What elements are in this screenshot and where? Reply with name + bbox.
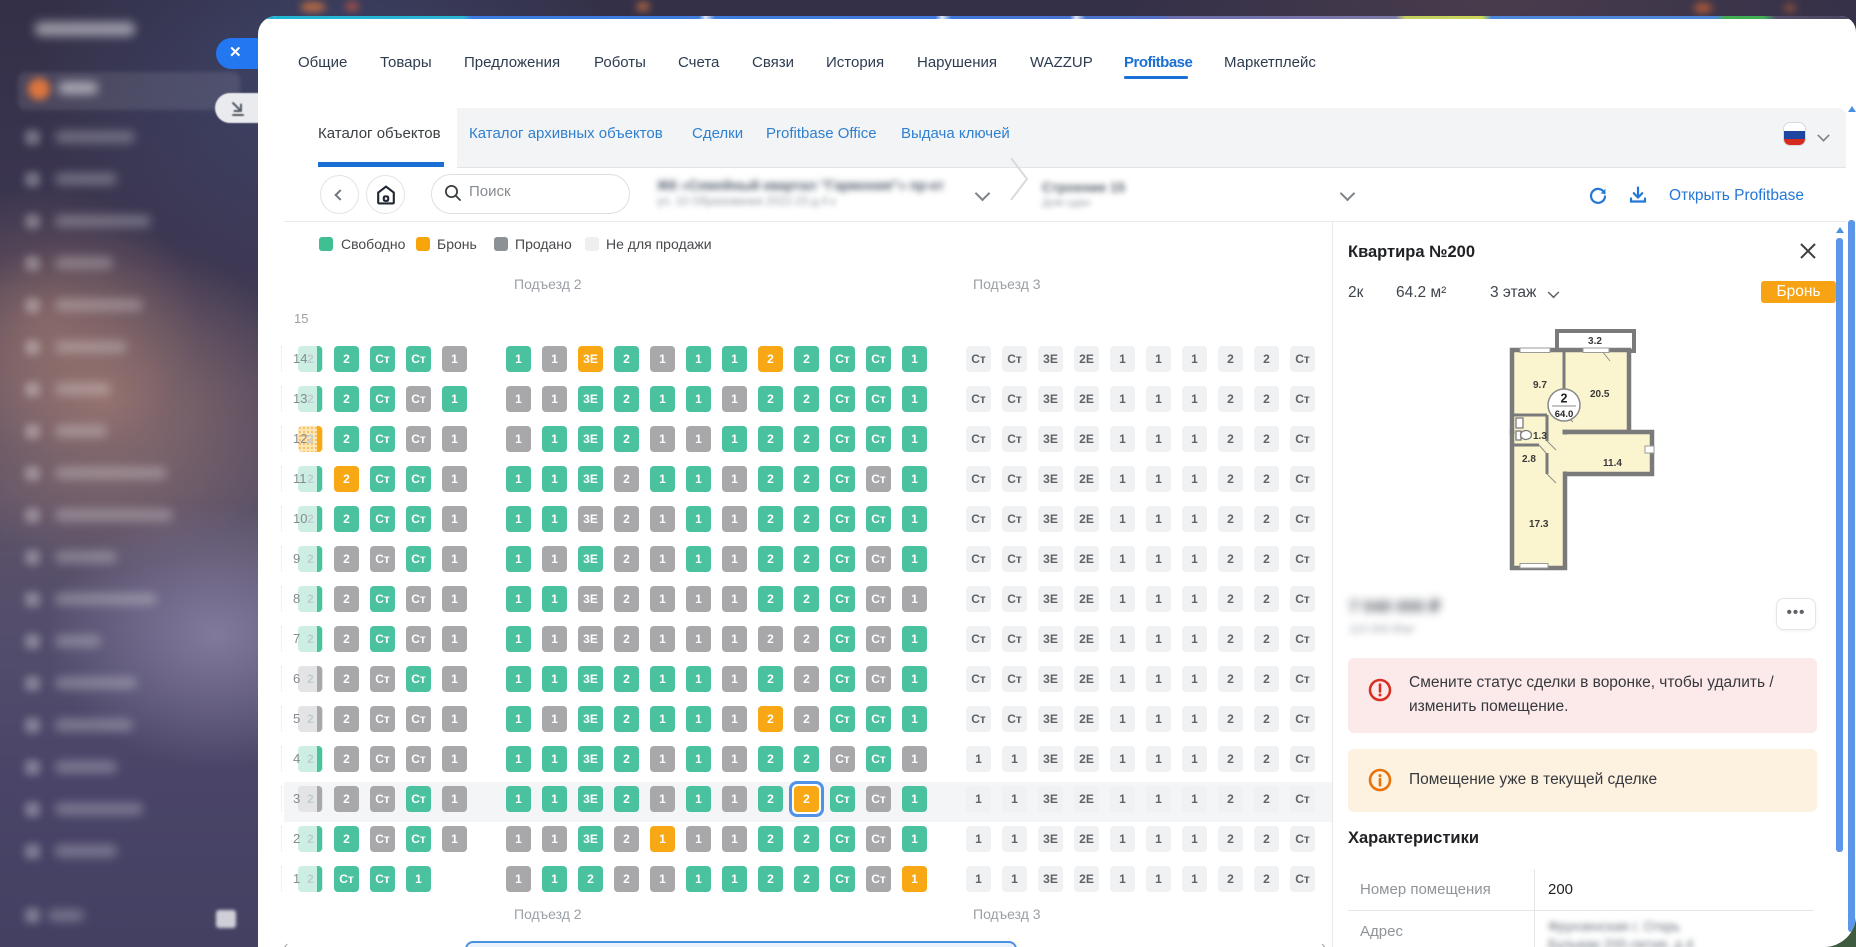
svg-text:2: 2	[1561, 392, 1568, 406]
svg-text:17.3: 17.3	[1529, 519, 1549, 530]
svg-text:20.5: 20.5	[1590, 389, 1610, 400]
svg-text:2.8: 2.8	[1522, 454, 1536, 465]
svg-text:11.4: 11.4	[1603, 458, 1622, 469]
svg-text:3.2: 3.2	[1588, 336, 1602, 347]
svg-text:9.7: 9.7	[1533, 380, 1547, 391]
svg-text:1.3: 1.3	[1533, 431, 1547, 442]
svg-text:64.0: 64.0	[1555, 409, 1574, 420]
